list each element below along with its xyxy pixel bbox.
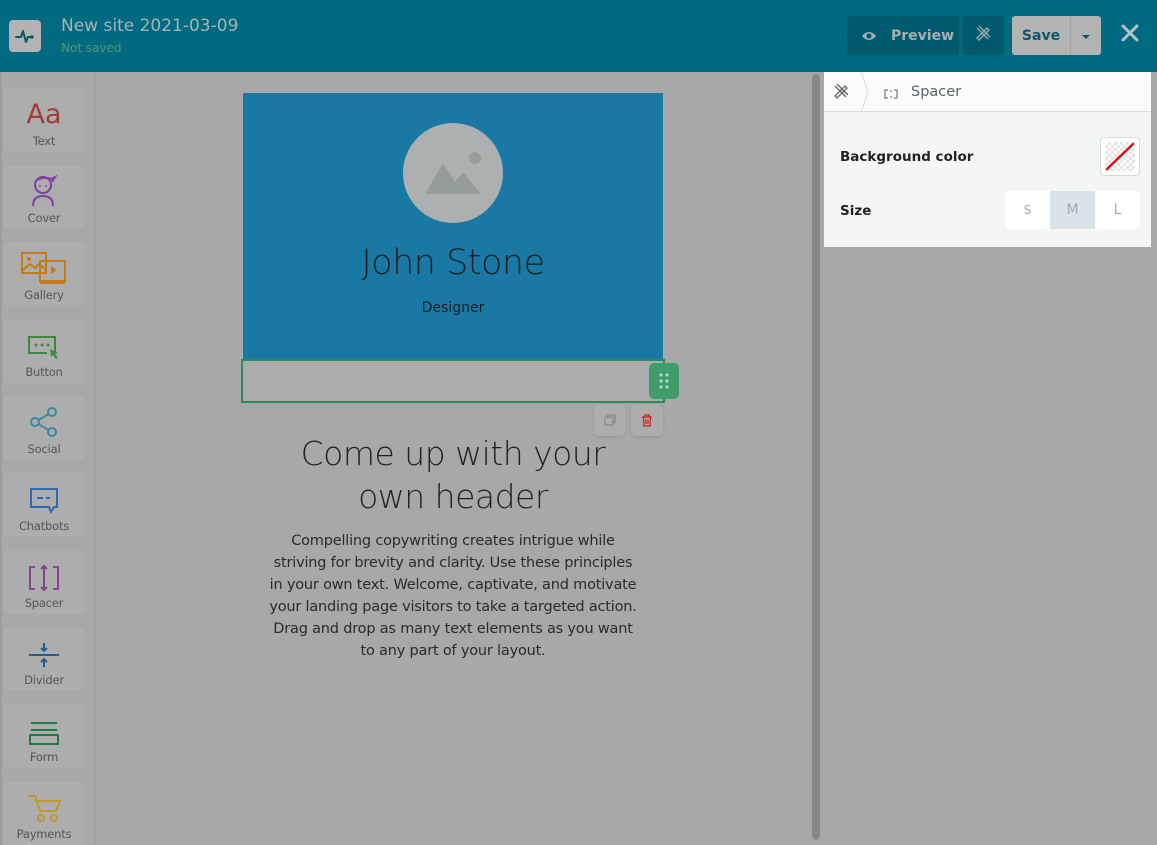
save-button[interactable]: Save — [1012, 16, 1070, 55]
divider-icon — [27, 633, 61, 669]
form-icon — [28, 710, 60, 746]
palette-item-spacer[interactable]: Spacer — [4, 550, 84, 614]
design-tools-button[interactable] — [962, 16, 1004, 55]
text-icon: Aa — [26, 99, 62, 130]
save-options-dropdown[interactable] — [1070, 16, 1101, 55]
site-title[interactable]: New site 2021-03-09 — [61, 16, 238, 36]
size-option-l[interactable]: L — [1095, 191, 1140, 229]
hero-name[interactable]: John Stone — [243, 243, 663, 283]
chatbots-icon — [29, 479, 59, 515]
design-tools-crumb[interactable] — [832, 82, 850, 105]
palette-item-cover[interactable]: Cover — [4, 165, 84, 229]
gallery-icon — [21, 248, 67, 284]
palette-item-label: Form — [29, 750, 59, 764]
size-option-s[interactable]: S — [1005, 191, 1050, 229]
image-placeholder-icon — [425, 152, 481, 194]
cart-icon — [26, 787, 62, 823]
hero-cover-block[interactable]: John Stone Designer — [243, 93, 663, 360]
palette-item-text[interactable]: Aa Text — [4, 88, 84, 152]
no-color-icon — [1105, 142, 1135, 171]
size-label: Size — [840, 203, 872, 219]
palette-item-label: Cover — [27, 211, 61, 225]
trash-icon — [642, 413, 652, 427]
palette-item-gallery[interactable]: Gallery — [4, 242, 84, 306]
spacer-icon — [27, 556, 61, 592]
palette-item-form[interactable]: Form — [4, 704, 84, 768]
preview-label: Preview — [891, 27, 955, 44]
social-icon — [28, 402, 60, 438]
palette-item-label: Spacer — [24, 596, 64, 610]
top-bar: New site 2021-03-09 Not saved Preview Sa… — [0, 0, 1157, 72]
eye-icon — [861, 30, 877, 42]
save-status: Not saved — [61, 41, 122, 55]
close-button[interactable] — [1117, 22, 1143, 48]
content-paragraph[interactable]: Compelling copywriting creates intrigue … — [268, 530, 638, 662]
palette-item-label: Text — [32, 134, 56, 148]
breadcrumb-current: Spacer — [911, 84, 962, 100]
selected-spacer-block[interactable] — [241, 359, 665, 403]
palette-item-divider[interactable]: Divider — [4, 627, 84, 691]
pencil-ruler-icon — [834, 83, 849, 99]
copy-icon — [604, 414, 616, 426]
palette-item-label: Gallery — [24, 288, 64, 302]
canvas-scrollbar[interactable] — [812, 74, 820, 840]
content-heading[interactable]: Come up with your own header — [253, 432, 653, 518]
palette-item-social[interactable]: Social — [4, 396, 84, 460]
block-palette: Aa Text Cover Gallery Button Social Chat… — [0, 72, 95, 845]
panel-breadcrumb: Spacer — [824, 72, 1151, 112]
background-color-picker[interactable] — [1100, 137, 1140, 176]
drag-dots-icon — [659, 373, 669, 389]
hero-role[interactable]: Designer — [243, 300, 663, 316]
palette-item-chatbots[interactable]: Chatbots — [4, 473, 84, 537]
settings-panel: Spacer Background color Size S M L — [824, 72, 1151, 247]
palette-item-label: Divider — [24, 673, 64, 687]
palette-item-label: Button — [25, 365, 63, 379]
size-option-m[interactable]: M — [1050, 191, 1095, 229]
pencil-ruler-icon — [974, 24, 992, 47]
breadcrumb-separator — [860, 72, 869, 112]
spacer-icon — [884, 86, 898, 104]
cover-icon — [29, 171, 59, 207]
palette-item-label: Payments — [16, 827, 72, 841]
palette-item-payments[interactable]: Payments — [4, 781, 84, 845]
close-icon — [1121, 24, 1139, 47]
drag-handle[interactable] — [649, 363, 679, 399]
caret-down-icon — [1081, 27, 1091, 45]
background-color-label: Background color — [840, 149, 974, 165]
pulse-icon[interactable] — [9, 20, 41, 52]
palette-item-label: Social — [27, 442, 61, 456]
palette-item-button[interactable]: Button — [4, 319, 84, 383]
preview-button[interactable]: Preview — [847, 16, 959, 55]
button-icon — [27, 325, 61, 361]
size-selector: S M L — [1005, 191, 1140, 229]
palette-item-label: Chatbots — [18, 519, 70, 533]
avatar-placeholder[interactable] — [403, 123, 503, 223]
